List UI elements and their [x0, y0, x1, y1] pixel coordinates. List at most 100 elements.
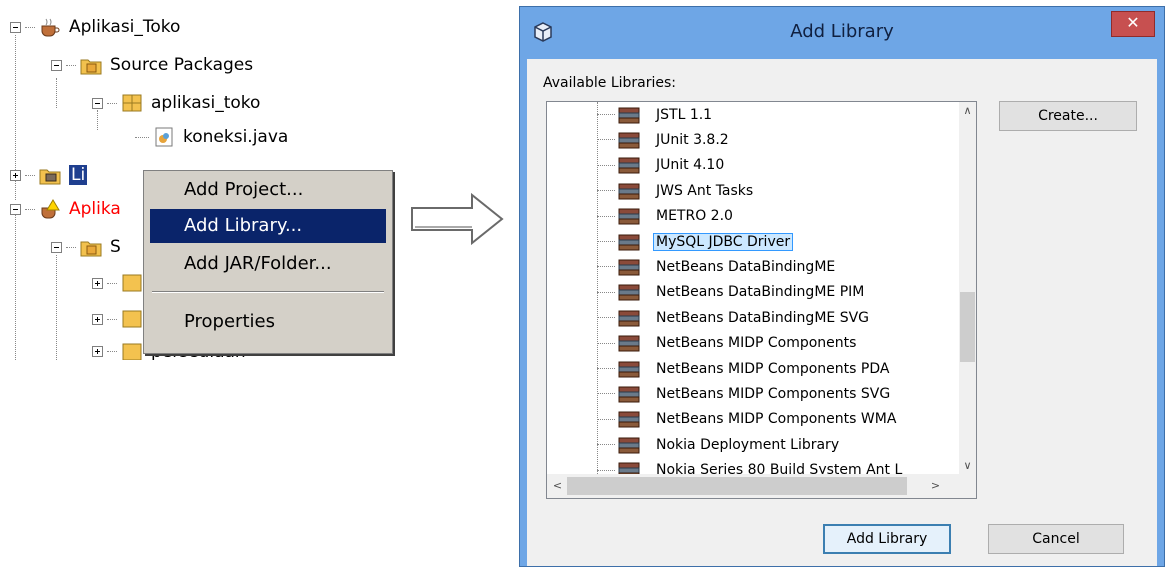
create-button[interactable]: Create...	[999, 101, 1137, 131]
coffee-cup-warning-icon	[39, 199, 61, 219]
library-name: JWS Ant Tasks	[656, 182, 754, 199]
cancel-button[interactable]: Cancel	[988, 524, 1124, 554]
tree-connector	[597, 342, 615, 344]
collapse-icon[interactable]	[92, 97, 103, 109]
library-list-item[interactable]: NetBeans MIDP Components PDA	[547, 356, 892, 381]
expand-icon[interactable]	[92, 313, 103, 325]
library-list-item[interactable]: METRO 2.0	[547, 204, 736, 229]
collapse-icon[interactable]	[10, 203, 21, 215]
package-icon	[121, 273, 143, 293]
tree-connector	[597, 418, 615, 420]
dialog-titlebar[interactable]: Add Library ✕	[520, 7, 1164, 59]
expand-icon[interactable]	[10, 169, 21, 181]
add-library-dialog: Add Library ✕ Available Libraries: JSTL …	[519, 6, 1165, 567]
tree-connector	[597, 164, 615, 166]
collapse-icon[interactable]	[10, 21, 21, 33]
library-name: Nokia Series 80 Build System Ant L	[656, 462, 903, 474]
library-name: NetBeans MIDP Components PDA	[656, 360, 890, 377]
vertical-scroll-thumb[interactable]	[960, 292, 975, 362]
library-list-item[interactable]: MySQL JDBC Driver	[547, 229, 794, 254]
library-list[interactable]: JSTL 1.1 JUnit 3.8.2 JUnit 4.10 JWS Ant Tas…	[546, 101, 977, 499]
add-library-button[interactable]: Add Library	[823, 524, 951, 554]
tree-node-project2[interactable]: Aplika	[10, 196, 121, 222]
tree-connector	[597, 241, 615, 242]
horizontal-scroll-thumb[interactable]	[567, 477, 907, 495]
library-list-item[interactable]: JUnit 3.8.2	[547, 127, 732, 152]
vertical-scrollbar[interactable]: ∧ ∨	[959, 102, 976, 474]
library-jar-icon	[617, 309, 643, 327]
library-name: NetBeans MIDP Components SVG	[656, 385, 891, 402]
library-name: NetBeans MIDP Components WMA	[656, 411, 897, 428]
library-list-item[interactable]: Nokia Deployment Library	[547, 432, 842, 457]
library-jar-icon	[617, 131, 643, 149]
library-jar-icon	[617, 182, 643, 200]
tree-connector	[107, 102, 117, 104]
tree-node-libraries[interactable]: Li	[10, 162, 88, 188]
package-icon	[121, 342, 143, 360]
library-name: MySQL JDBC Driver	[653, 232, 794, 251]
library-list-item[interactable]: JWS Ant Tasks	[547, 178, 756, 203]
library-list-item[interactable]: NetBeans DataBindingME PIM	[547, 280, 867, 305]
libraries-label: Li	[69, 165, 88, 185]
tree-node-file[interactable]: koneksi.java	[135, 124, 288, 150]
tree-node-source-packages2[interactable]: S	[51, 234, 121, 260]
tree-connector	[597, 190, 615, 192]
menu-item-add-library[interactable]: Add Library...	[150, 209, 386, 243]
tree-node-project[interactable]: Aplikasi_Toko	[10, 14, 180, 40]
library-list-item[interactable]: NetBeans DataBindingME	[547, 254, 838, 279]
menu-separator	[152, 291, 384, 293]
tree-node-package[interactable]: aplikasi_toko	[92, 90, 260, 116]
menu-item-add-project[interactable]: Add Project...	[150, 173, 386, 207]
tree-connector	[107, 351, 117, 352]
scroll-right-arrow-icon[interactable]: >	[927, 477, 944, 494]
collapse-icon[interactable]	[51, 241, 62, 253]
library-jar-icon	[617, 436, 643, 454]
menu-item-add-jar-folder[interactable]: Add JAR/Folder...	[150, 247, 386, 281]
library-list-item[interactable]: NetBeans MIDP Components WMA	[547, 407, 899, 432]
project-name: Aplikasi_Toko	[69, 17, 181, 37]
library-list-item[interactable]: JUnit 4.10	[547, 153, 727, 178]
library-name: Nokia Deployment Library	[656, 436, 840, 453]
tree-connector	[107, 282, 117, 284]
collapse-icon[interactable]	[51, 59, 62, 71]
library-jar-icon	[617, 258, 643, 276]
library-list-item[interactable]: NetBeans DataBindingME SVG	[547, 305, 872, 330]
project2-name: Aplika	[69, 199, 121, 219]
file-name: koneksi.java	[183, 127, 289, 147]
tree-connector	[25, 174, 35, 176]
horizontal-scrollbar[interactable]: < >	[547, 474, 959, 498]
scroll-down-arrow-icon[interactable]: ∨	[959, 457, 976, 474]
source-packages2-label: S	[110, 237, 121, 257]
tree-connector	[25, 26, 35, 28]
expand-icon[interactable]	[92, 346, 103, 357]
package-icon	[121, 309, 143, 329]
library-name: NetBeans DataBindingME PIM	[656, 284, 865, 301]
close-button[interactable]: ✕	[1111, 11, 1155, 37]
tree-node-source-packages[interactable]: Source Packages	[51, 52, 253, 78]
library-jar-icon	[617, 334, 643, 352]
library-jar-icon	[617, 360, 643, 378]
library-list-item[interactable]: JSTL 1.1	[547, 102, 715, 127]
library-list-item[interactable]: NetBeans MIDP Components SVG	[547, 381, 893, 406]
scroll-left-arrow-icon[interactable]: <	[549, 477, 566, 494]
scroll-up-arrow-icon[interactable]: ∧	[959, 102, 976, 119]
context-menu: Add Project... Add Library... Add JAR/Fo…	[143, 170, 393, 354]
library-folder-icon	[39, 165, 61, 185]
expand-icon[interactable]	[92, 277, 103, 289]
library-list-items: JSTL 1.1 JUnit 3.8.2 JUnit 4.10 JWS Ant Tas…	[547, 102, 959, 474]
tree-guide	[15, 215, 16, 360]
menu-item-properties[interactable]: Properties	[150, 305, 386, 339]
tree-connector	[135, 136, 149, 138]
library-list-item[interactable]: NetBeans MIDP Components	[547, 331, 859, 356]
tree-connector	[107, 318, 117, 320]
library-name: NetBeans DataBindingME	[656, 258, 836, 275]
tree-connector	[597, 139, 615, 141]
library-jar-icon	[617, 207, 643, 225]
library-jar-icon	[617, 283, 643, 301]
library-list-item[interactable]: Nokia Series 80 Build System Ant L	[547, 458, 905, 474]
library-jar-icon	[617, 385, 643, 403]
package-name: aplikasi_toko	[151, 93, 261, 113]
tree-guide	[56, 255, 57, 360]
source-packages-label: Source Packages	[110, 55, 254, 75]
tree-guide	[56, 78, 57, 108]
